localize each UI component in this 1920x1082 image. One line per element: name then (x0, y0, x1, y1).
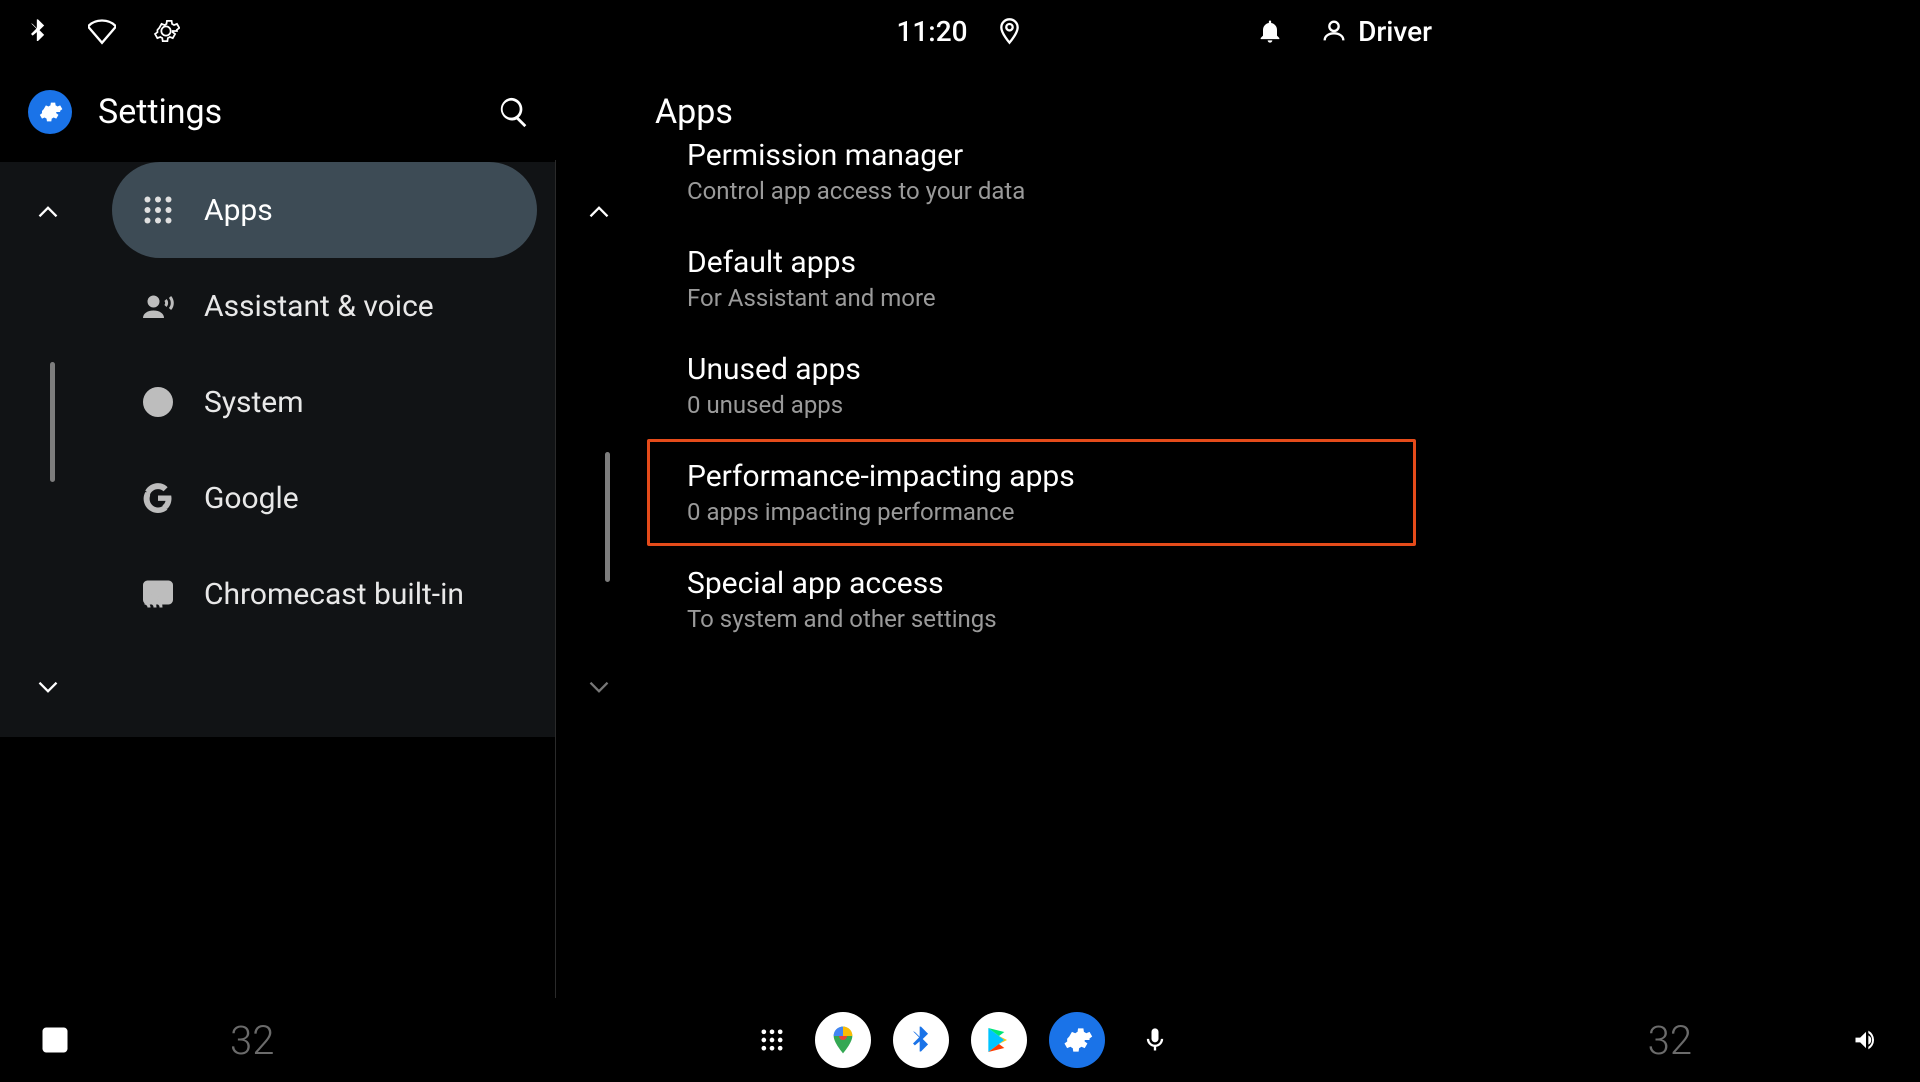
settings-sidebar: Settings Apps Assistant & voice System Goog… (0, 62, 555, 737)
settings-item-subtitle: Control app access to your data (687, 177, 1376, 205)
settings-item-permission-manager[interactable]: Permission manager Control app access to … (647, 132, 1416, 225)
bluetooth-app-icon[interactable] (893, 1012, 949, 1068)
temp-right[interactable]: 32 (1648, 1017, 1692, 1064)
person-icon (1320, 17, 1348, 45)
sidebar-item-chromecast-built-in[interactable]: Chromecast built-in (112, 546, 537, 642)
settings-item-title: Unused apps (687, 352, 1376, 387)
sidebar-item-system[interactable]: System (112, 354, 537, 450)
search-button[interactable] (493, 91, 535, 133)
apps-icon (140, 192, 176, 228)
settings-item-title: Performance-impacting apps (687, 459, 1376, 494)
bottom-bar: 32 32 (0, 998, 1920, 1082)
status-bar: 11:20 Driver (0, 0, 1456, 62)
detail-scroll-down[interactable] (569, 657, 629, 717)
settings-title: Settings (98, 92, 493, 132)
temp-left[interactable]: 32 (230, 1017, 274, 1064)
settings-item-unused-apps[interactable]: Unused apps 0 unused apps (647, 332, 1416, 439)
settings-item-title: Special app access (687, 566, 1376, 601)
settings-app-dock-icon[interactable] (1049, 1012, 1105, 1068)
sidebar-scroll-indicator (50, 362, 55, 482)
sidebar-item-label: Chromecast built-in (204, 577, 464, 612)
user-name: Driver (1358, 15, 1432, 48)
sidebar-item-label: Google (204, 481, 299, 516)
settings-item-title: Permission manager (687, 138, 1376, 173)
user-profile-button[interactable]: Driver (1320, 15, 1432, 48)
play-store-app-icon[interactable] (971, 1012, 1027, 1068)
volume-icon[interactable] (1852, 1026, 1880, 1054)
detail-scroll-up[interactable] (569, 182, 629, 242)
settings-item-title: Default apps (687, 245, 1376, 280)
detail-title: Apps (655, 92, 733, 132)
detail-pane: Apps Permission manager Control app acces… (555, 62, 1456, 737)
sidebar-item-label: Apps (204, 193, 273, 228)
bluetooth-icon (24, 17, 52, 45)
detail-scroll-indicator (605, 452, 610, 582)
settings-item-default-apps[interactable]: Default apps For Assistant and more (647, 225, 1416, 332)
settings-item-special-app-access[interactable]: Special app access To system and other se… (647, 546, 1416, 653)
settings-item-subtitle: For Assistant and more (687, 284, 1376, 312)
sidebar-item-label: System (204, 385, 304, 420)
gear-icon (152, 17, 180, 45)
sidebar-scroll-down[interactable] (18, 657, 78, 717)
sidebar-item-label: Assistant & voice (204, 289, 434, 324)
maps-app-icon[interactable] (815, 1012, 871, 1068)
settings-app-icon (28, 90, 72, 134)
settings-item-subtitle: 0 unused apps (687, 391, 1376, 419)
google-g-icon (140, 480, 176, 516)
sidebar-item-google[interactable]: Google (112, 450, 537, 546)
settings-item-subtitle: 0 apps impacting performance (687, 498, 1376, 526)
sidebar-scroll-up[interactable] (18, 182, 78, 242)
status-time: 11:20 (896, 15, 967, 48)
sidebar-item-apps[interactable]: Apps (112, 162, 537, 258)
assistant-icon (140, 288, 176, 324)
wifi-icon (88, 17, 116, 45)
cast-icon (140, 576, 176, 612)
launcher-icon[interactable] (40, 1025, 70, 1055)
app-grid-icon[interactable] (751, 1019, 793, 1061)
settings-item-performance-impacting-apps[interactable]: Performance-impacting apps 0 apps impacti… (647, 439, 1416, 546)
mic-icon[interactable] (1141, 1026, 1169, 1054)
settings-item-subtitle: To system and other settings (687, 605, 1376, 633)
sidebar-item-assistant-voice[interactable]: Assistant & voice (112, 258, 537, 354)
location-icon (996, 17, 1024, 45)
info-icon (140, 384, 176, 420)
notification-bell-icon[interactable] (1256, 17, 1284, 45)
